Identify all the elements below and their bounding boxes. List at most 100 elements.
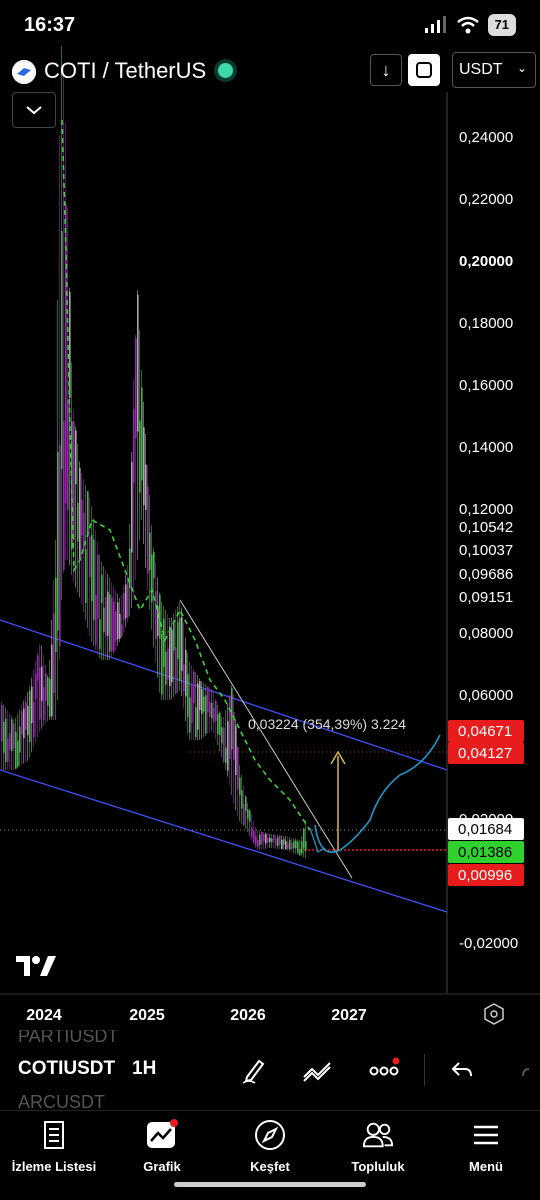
price-axis-label: 0,08000	[459, 625, 513, 642]
candle-body	[49, 678, 51, 717]
candle-body	[197, 683, 199, 730]
candle-body	[239, 777, 241, 796]
candle-body	[283, 838, 285, 845]
candle-body	[241, 790, 243, 809]
candle-body	[77, 502, 79, 542]
candle-body	[177, 622, 179, 660]
chart-settings-icon[interactable]	[484, 1003, 504, 1025]
candle-body	[235, 725, 237, 776]
nav-item-chart[interactable]: Grafik	[108, 1111, 216, 1181]
nav-label: İzleme Listesi	[11, 1159, 97, 1174]
candle-body	[229, 695, 231, 760]
redo-icon[interactable]	[512, 1052, 540, 1088]
trend-tool-icon[interactable]	[300, 1052, 336, 1088]
candle-body	[95, 594, 97, 646]
candle-body	[155, 591, 157, 640]
nav-item-community[interactable]: Topluluk	[324, 1111, 432, 1181]
candle-body	[153, 551, 155, 579]
nav-item-explore[interactable]: Keşfet	[216, 1111, 324, 1181]
nav-item-menu[interactable]: Menü	[432, 1111, 540, 1181]
price-tag-green: 0,01386	[448, 841, 524, 863]
svg-text:0,01386: 0,01386	[458, 844, 512, 861]
undo-icon[interactable]	[444, 1052, 480, 1088]
candle-body	[127, 577, 129, 618]
candle-body	[299, 849, 301, 856]
candle-body	[225, 747, 227, 763]
candle-body	[297, 841, 299, 854]
interval-selector[interactable]: 1H	[132, 1058, 156, 1080]
candle-body	[73, 421, 75, 541]
price-axis-label: 0,22000	[459, 191, 513, 208]
nav-item-watchlist[interactable]: İzleme Listesi	[0, 1111, 108, 1181]
price-axis-label: 0,14000	[459, 439, 513, 456]
candle-body	[203, 696, 205, 712]
candle-body	[75, 430, 77, 485]
candle-body	[145, 464, 147, 510]
more-tools-icon[interactable]	[366, 1052, 402, 1088]
candle-body	[61, 231, 63, 470]
toolbar-separator	[424, 1054, 425, 1086]
price-axis-label: 0,09151	[459, 589, 513, 606]
price-chart[interactable]: 0,03224 (354,39%) 3.224 0,24000 0,22000 0,…	[0, 0, 540, 1033]
time-axis-label: 2025	[129, 1007, 165, 1024]
candle-body	[17, 740, 19, 767]
price-tag-upper-red: 0,04671	[448, 720, 524, 742]
candle-body	[163, 618, 165, 668]
arrow-down-icon[interactable]: ↓	[370, 54, 402, 86]
draw-tool-icon[interactable]	[236, 1052, 272, 1088]
chart-canvas[interactable]: 0,03224 (354,39%) 3.224 0,24000 0,22000 0,…	[0, 0, 540, 1033]
candle-body	[303, 828, 305, 849]
candle-body	[7, 738, 9, 763]
candle-body	[269, 837, 271, 842]
candle-body	[175, 647, 177, 694]
chart-header: COTI / TetherUS ↓ USDT ⌄	[0, 52, 540, 92]
price-axis-label: 0,10542	[459, 519, 513, 536]
symbol-selector[interactable]: COTIUSDT	[18, 1058, 115, 1080]
candle-body	[119, 613, 121, 639]
currency-select[interactable]: USDT ⌄	[452, 52, 536, 88]
pair-title[interactable]: COTI / TetherUS	[44, 58, 206, 84]
candle-body	[219, 712, 221, 736]
svg-text:0,01684: 0,01684	[458, 821, 512, 838]
price-axis-label: 0,10037	[459, 542, 513, 559]
chevron-down-icon: ⌄	[516, 61, 527, 75]
candle-body	[105, 597, 107, 637]
candle-body	[261, 832, 263, 845]
svg-text:0,00996: 0,00996	[458, 867, 512, 884]
symbol-ghost-prev[interactable]: PARTIUSDT	[18, 1030, 118, 1047]
candle-body	[249, 810, 251, 822]
candle-body	[121, 624, 123, 637]
candle-body	[213, 708, 215, 723]
candle-body	[117, 602, 119, 640]
candle-body	[137, 294, 139, 432]
candle-body	[289, 839, 291, 850]
measure-label: 0,03224 (354,39%) 3.224	[248, 716, 406, 732]
candle-body	[63, 421, 65, 570]
collapse-panel-button[interactable]	[12, 92, 56, 128]
candle-body	[157, 605, 159, 636]
candle-body	[1, 705, 3, 742]
candle-body	[3, 721, 5, 753]
time-axis-label: 2024	[26, 1007, 62, 1024]
candle-body	[285, 840, 287, 850]
candle-body	[279, 835, 281, 845]
candle-body	[39, 667, 41, 720]
expand-icon[interactable]	[408, 54, 440, 86]
candle-body	[53, 613, 55, 694]
candle-body	[275, 838, 277, 846]
candle-body	[301, 841, 303, 854]
time-axis[interactable]: 2024 2025 2026 2027	[26, 1007, 367, 1024]
symbol-ghost-next[interactable]: ARCUSDT	[18, 1092, 105, 1110]
candle-body	[263, 834, 265, 842]
candle-body	[267, 837, 269, 843]
currency-value: USDT	[459, 61, 503, 78]
candle-body	[169, 626, 171, 687]
candle-body	[171, 629, 173, 683]
candle-body	[9, 733, 11, 750]
watchlist-icon	[38, 1119, 70, 1151]
candle-body	[85, 549, 87, 603]
compass-icon	[254, 1119, 286, 1151]
candle-body	[113, 602, 115, 652]
candle-body	[15, 731, 17, 769]
candle-body	[37, 655, 39, 681]
